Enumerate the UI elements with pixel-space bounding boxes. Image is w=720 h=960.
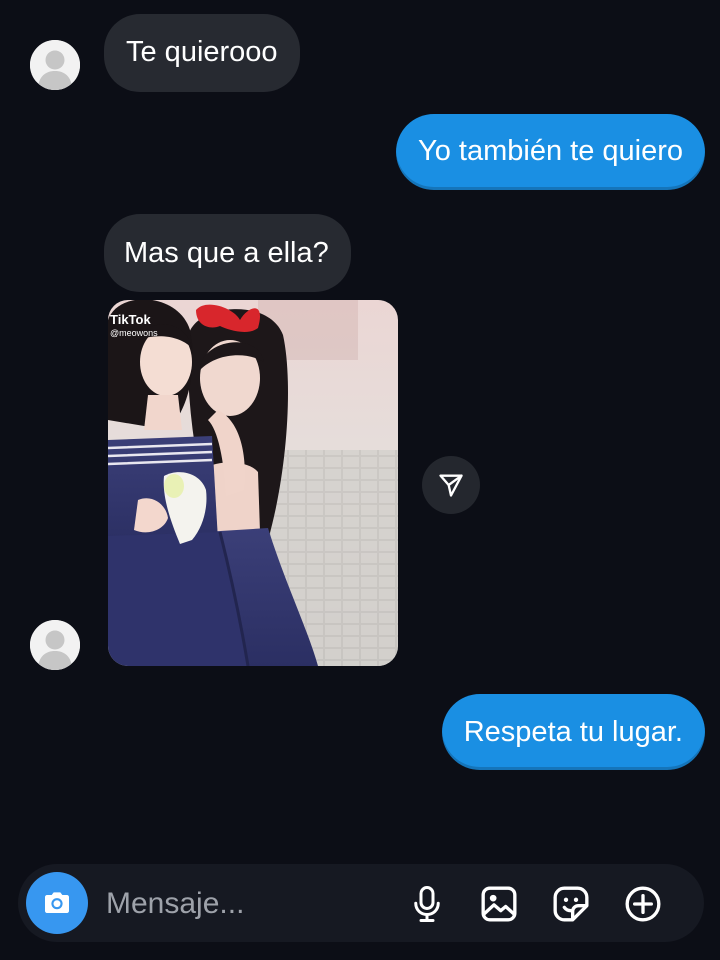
add-button[interactable] (622, 883, 664, 925)
message-text: Te quierooo (126, 36, 278, 68)
sticker-button[interactable] (550, 883, 592, 925)
outgoing-message-bubble[interactable]: Respeta tu lugar. (441, 694, 705, 770)
send-icon (439, 474, 463, 497)
default-avatar-icon (30, 40, 80, 90)
camera-button[interactable] (26, 872, 88, 934)
gallery-icon (481, 886, 517, 922)
sender-avatar[interactable] (30, 620, 80, 670)
message-text: Yo también te quiero (418, 135, 683, 167)
message-text: Mas que a ella? (124, 237, 329, 269)
share-button[interactable] (422, 456, 480, 514)
message-composer (18, 864, 704, 942)
shared-video-thumbnail[interactable]: TikTok @meowons (108, 300, 398, 666)
default-avatar-icon (30, 620, 80, 670)
incoming-message-bubble[interactable]: Mas que a ella? (104, 214, 351, 292)
voice-message-button[interactable] (406, 883, 448, 925)
add-icon (625, 886, 661, 922)
watermark-app: TikTok (110, 312, 151, 327)
watermark-user: @meowons (110, 328, 158, 338)
video-preview-image: TikTok @meowons (108, 300, 398, 666)
gallery-button[interactable] (478, 883, 520, 925)
outgoing-message-bubble[interactable]: Yo también te quiero (396, 114, 705, 190)
message-text: Respeta tu lugar. (463, 716, 683, 748)
microphone-icon (414, 886, 440, 922)
sticker-icon (553, 886, 589, 922)
camera-icon (45, 892, 69, 913)
message-input[interactable] (104, 882, 388, 926)
incoming-message-bubble[interactable]: Te quierooo (104, 14, 300, 92)
sender-avatar[interactable] (30, 40, 80, 90)
